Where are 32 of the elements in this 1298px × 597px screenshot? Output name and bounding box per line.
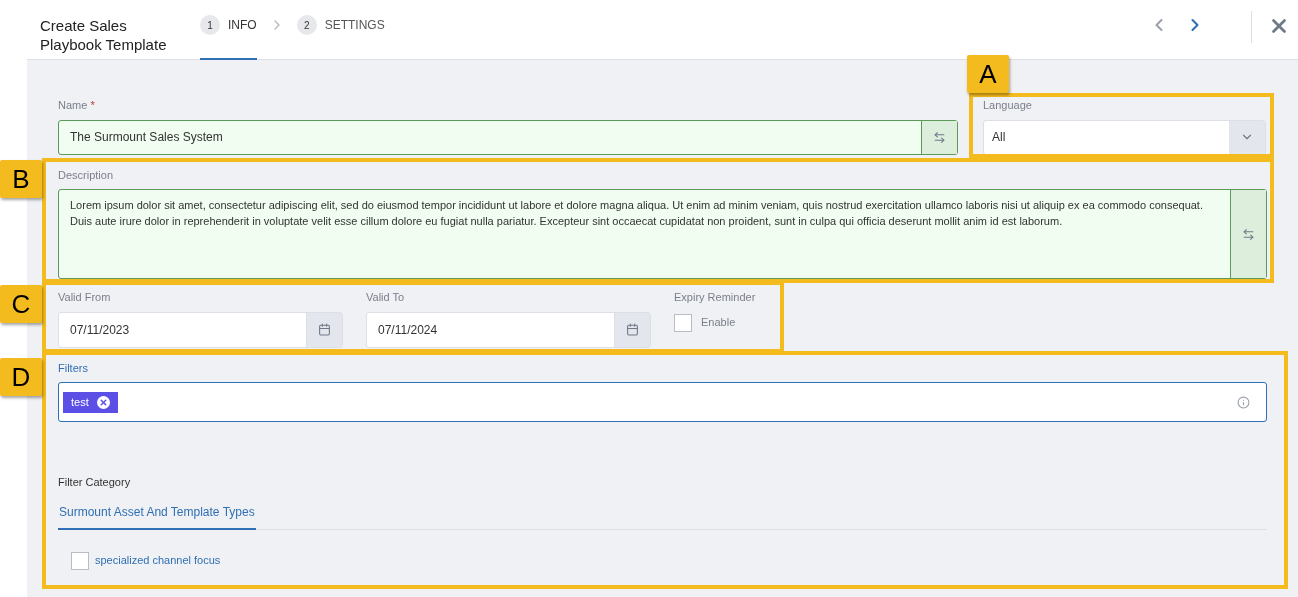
field-label: Valid From xyxy=(58,290,112,305)
annotation-label: A xyxy=(967,55,1009,93)
date-field[interactable]: 07/11/2024 xyxy=(366,311,651,348)
window-title: Create Sales Playbook Template xyxy=(40,16,168,54)
checkbox-label: Enable xyxy=(701,315,736,331)
filters-field[interactable]: test xyxy=(58,382,1267,422)
field-label: Filters xyxy=(58,360,89,376)
swap-icon[interactable] xyxy=(1230,190,1266,278)
checkbox[interactable] xyxy=(71,551,89,570)
date-field[interactable]: 07/11/2023 xyxy=(58,311,343,348)
description-field[interactable]: Lorem ipsum dolor sit amet, consectetur adipiscing elit, sed do eiusmod tempor incididunt ut labore et dolore magna aliqua. Ut enim ad minim veniam, quis nostrud exercitation ullamco laboris nisi ut aliquip ex ea commodo consequat. Duis aute irure dolor in reprehenderit in voluptate velit esse cillum dolore eu fugiat nulla pariatur. Excepteur sint occaecat cupidatat non proident, sunt in culpa qui officia deserunt mollit anim id est laborum. xyxy=(58,189,1267,279)
annotation-label: B xyxy=(0,160,42,198)
annotation-label: C xyxy=(0,285,42,323)
calendar-icon[interactable] xyxy=(614,312,650,347)
filter-tag[interactable]: test xyxy=(63,391,118,413)
field-label: Name * xyxy=(58,98,96,113)
checkbox[interactable] xyxy=(674,313,692,332)
checkbox-label: specialized channel focus xyxy=(95,553,221,569)
swap-icon[interactable] xyxy=(921,120,957,154)
step-tab[interactable]: 2 SETTINGS xyxy=(296,0,385,60)
language-select[interactable]: All xyxy=(983,119,1266,155)
info-icon[interactable] xyxy=(1237,395,1250,409)
name-field[interactable]: The Surmount Sales System xyxy=(58,119,958,155)
annotation-label: D xyxy=(0,358,42,396)
section-label: Filter Category xyxy=(58,475,132,490)
field-label: Language xyxy=(983,98,1033,113)
field-label: Description xyxy=(58,167,115,183)
field-label: Valid To xyxy=(366,290,406,305)
category-tab[interactable]: Surmount Asset And Template Types xyxy=(58,502,256,530)
remove-icon[interactable] xyxy=(96,395,110,409)
field-label: Expiry Reminder xyxy=(674,290,756,305)
calendar-icon[interactable] xyxy=(306,312,342,347)
